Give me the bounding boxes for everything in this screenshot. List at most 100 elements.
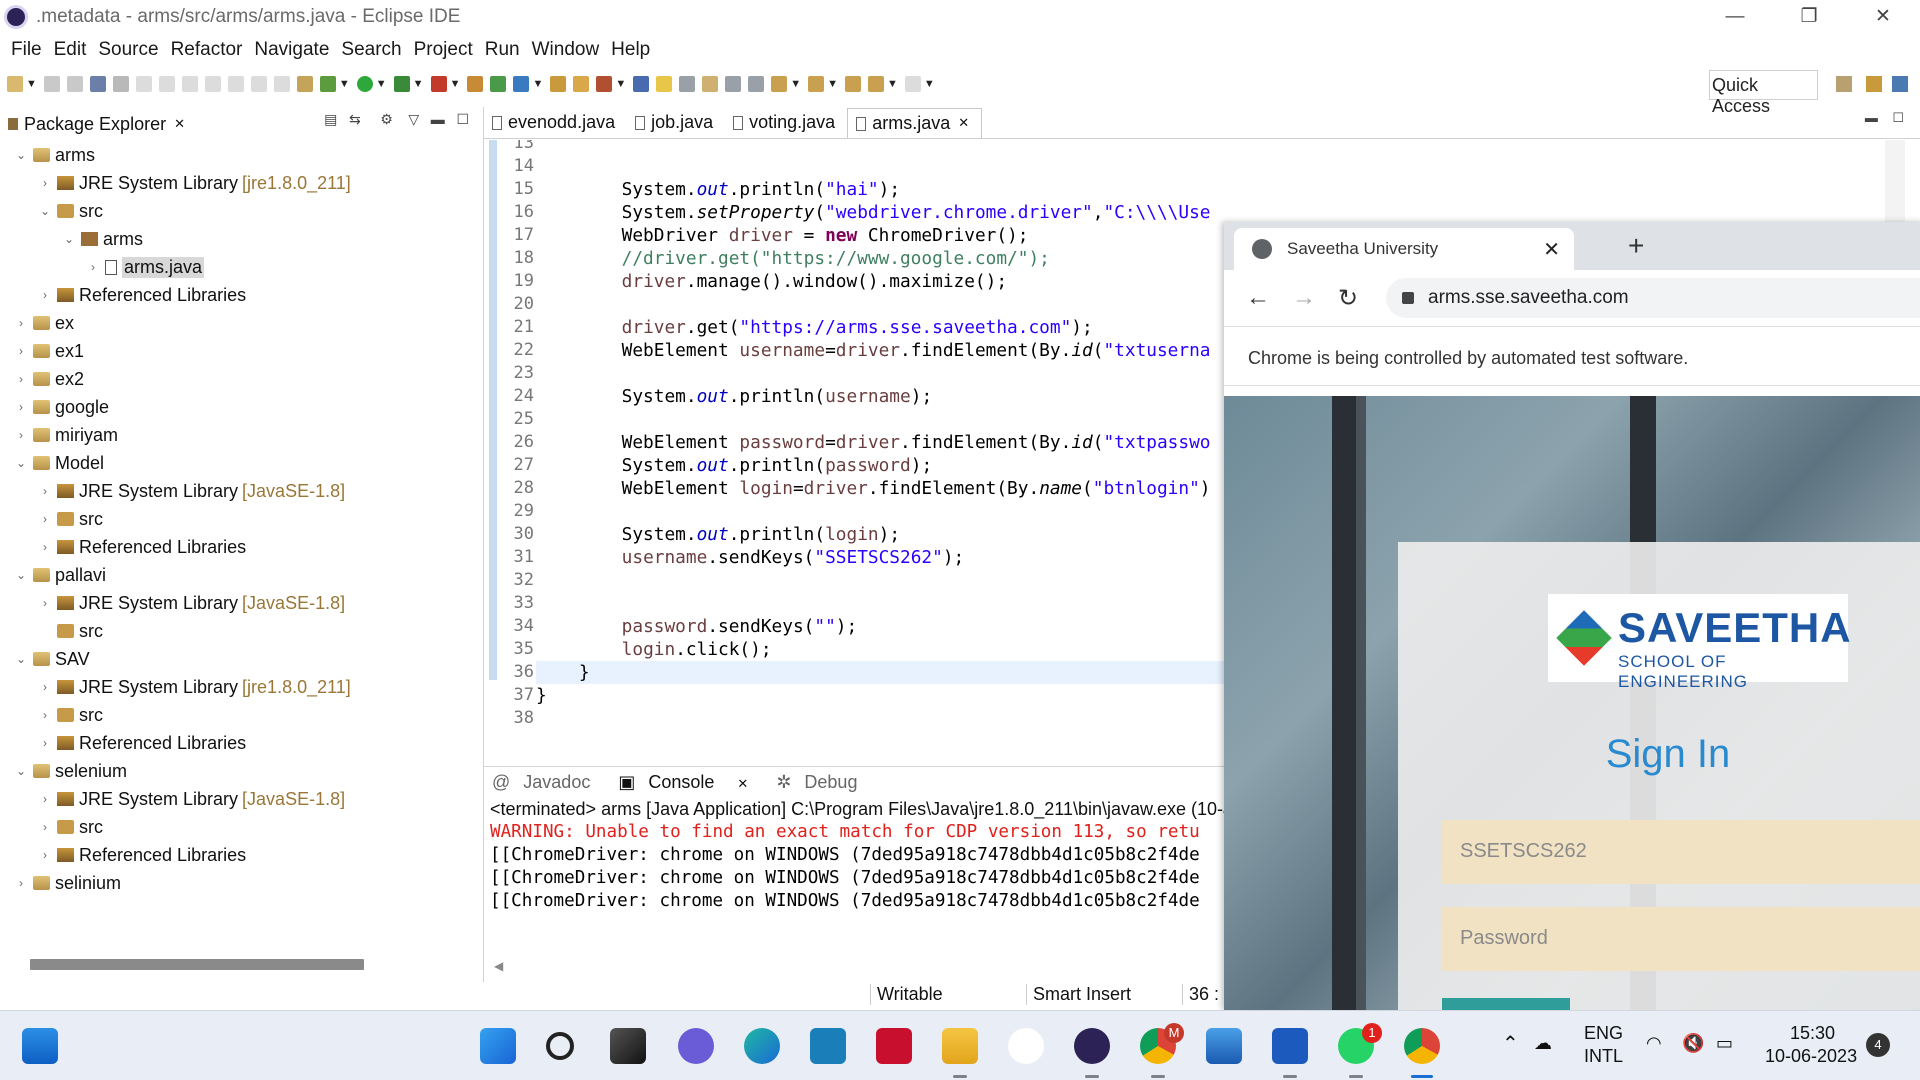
menu-run[interactable]: Run [485,39,520,61]
menu-help[interactable]: Help [611,39,650,61]
debug-icon[interactable] [319,76,336,92]
open-type-icon[interactable] [550,76,567,92]
tab-javadoc[interactable]: @ Javadoc [492,772,600,793]
chevron-down-icon[interactable]: ▼ [339,78,350,90]
external-tools-icon[interactable] [430,76,447,92]
editor-tab[interactable]: job.java [627,108,725,138]
volume-muted-icon[interactable]: 🔇 [1682,1033,1704,1054]
maximize-view-icon[interactable]: ☐ [456,111,469,127]
open-task-icon[interactable] [573,76,590,92]
tab-console[interactable]: ▣ Console ✕ [618,772,758,793]
tree-item[interactable]: › src [0,505,480,533]
coverage-icon[interactable] [393,76,410,92]
notification-badge[interactable]: 4 [1866,1033,1890,1057]
expanded-chevron-icon[interactable]: ⌄ [14,652,28,666]
collapsed-chevron-icon[interactable]: › [38,792,52,806]
dell-icon[interactable] [810,1028,846,1064]
chrome-icon[interactable] [1404,1028,1440,1064]
disconnect-icon[interactable] [204,76,221,92]
close-icon[interactable]: ✕ [958,115,969,131]
tree-item[interactable]: › JRE System Library [JavaSE-1.8] [0,589,480,617]
link-with-editor-icon[interactable]: ⇆ [349,111,361,127]
tab-close-button[interactable]: ✕ [1543,237,1560,262]
resume-icon[interactable] [135,76,152,92]
tree-item[interactable]: › Referenced Libraries [0,729,480,757]
word-wrap-icon[interactable] [702,76,719,92]
last-edit-icon[interactable] [845,76,862,92]
login-button[interactable] [1442,998,1570,1010]
tree-item[interactable]: › src [0,813,480,841]
start-icon[interactable] [480,1028,516,1064]
chevron-down-icon[interactable]: ▼ [790,78,801,90]
chevron-down-icon[interactable]: ▼ [615,78,626,90]
tree-item[interactable]: › Referenced Libraries [0,841,480,869]
editor-tab[interactable]: voting.java [725,108,847,138]
tree-item[interactable]: › arms.java [0,253,480,281]
teams-chat-icon[interactable] [678,1028,714,1064]
console-icon[interactable] [89,76,106,92]
chevron-down-icon[interactable]: ▼ [450,78,461,90]
clock-date[interactable]: 10-06-2023 [1765,1046,1857,1067]
tree-item[interactable]: › src [0,701,480,729]
language-line2[interactable]: INTL [1584,1046,1623,1067]
minimize-button[interactable]: — [1698,0,1772,33]
new-package-icon[interactable] [490,76,507,92]
menu-refactor[interactable]: Refactor [171,39,243,61]
tree-item[interactable]: ⌄ arms [0,225,480,253]
save-icon[interactable] [43,76,60,92]
tree-item[interactable]: ⌄ SAV [0,645,480,673]
collapse-all-icon[interactable]: ▤ [324,111,337,127]
collapsed-chevron-icon[interactable]: › [14,876,28,890]
minimize-view-icon[interactable]: ▬ [431,111,445,127]
wifi-icon[interactable]: ◠ [1646,1033,1662,1054]
collapsed-chevron-icon[interactable]: › [38,512,52,526]
menu-navigate[interactable]: Navigate [254,39,329,61]
java-ee-perspective-icon[interactable] [1866,76,1882,92]
new-tab-button[interactable]: + [1628,230,1644,262]
new-java-project-icon[interactable] [467,76,484,92]
task-view-icon[interactable] [610,1028,646,1064]
block-selection-icon[interactable] [679,76,696,92]
editor-tab[interactable]: arms.java ✕ [847,108,983,138]
clock-time[interactable]: 15:30 [1790,1023,1835,1044]
search-icon[interactable] [546,1032,574,1060]
chrome-tab[interactable]: Saveetha University ✕ [1234,228,1574,270]
restore-button[interactable]: ❐ [1772,0,1846,33]
username-input[interactable]: SSETSCS262 [1442,820,1920,884]
collapsed-chevron-icon[interactable]: › [38,680,52,694]
paint-icon[interactable] [1008,1028,1044,1064]
forward-icon[interactable] [904,76,921,92]
tab-debug[interactable]: ✲ Debug [776,772,867,793]
new-class-icon[interactable] [513,76,530,92]
tree-item[interactable]: › selinium [0,869,480,897]
chevron-up-icon[interactable]: ⌃ [1502,1031,1519,1056]
pilcrow-icon[interactable] [748,76,765,92]
search-icon[interactable] [596,76,613,92]
collapsed-chevron-icon[interactable]: › [14,344,28,358]
tree-item[interactable]: › Referenced Libraries [0,281,480,309]
lock-icon[interactable] [1402,292,1414,304]
save-all-icon[interactable] [66,76,83,92]
terminate-icon[interactable] [181,76,198,92]
tree-item[interactable]: › Referenced Libraries [0,533,480,561]
forward-arrow-icon[interactable]: → [1292,284,1316,312]
scroll-left-icon[interactable]: ◀ [494,959,503,973]
tree-item[interactable]: › ex2 [0,365,480,393]
collapsed-chevron-icon[interactable]: › [38,848,52,862]
code-line[interactable] [536,140,1916,155]
menu-source[interactable]: Source [98,39,158,61]
step-into-icon[interactable] [227,76,244,92]
use-step-filters-icon[interactable] [296,76,313,92]
run-icon[interactable] [356,76,373,92]
tree-item[interactable]: ⌄ pallavi [0,561,480,589]
menu-window[interactable]: Window [532,39,600,61]
skip-breakpoints-icon[interactable] [112,76,129,92]
battery-icon[interactable]: ▭ [1716,1033,1733,1054]
collapsed-chevron-icon[interactable]: › [38,708,52,722]
collapsed-chevron-icon[interactable]: › [86,260,100,274]
tree-item[interactable]: › JRE System Library [jre1.8.0_211] [0,673,480,701]
word-icon[interactable] [1272,1028,1308,1064]
close-icon[interactable]: ✕ [174,116,185,132]
file-explorer-icon[interactable] [942,1028,978,1064]
reload-icon[interactable]: ↻ [1338,284,1358,313]
